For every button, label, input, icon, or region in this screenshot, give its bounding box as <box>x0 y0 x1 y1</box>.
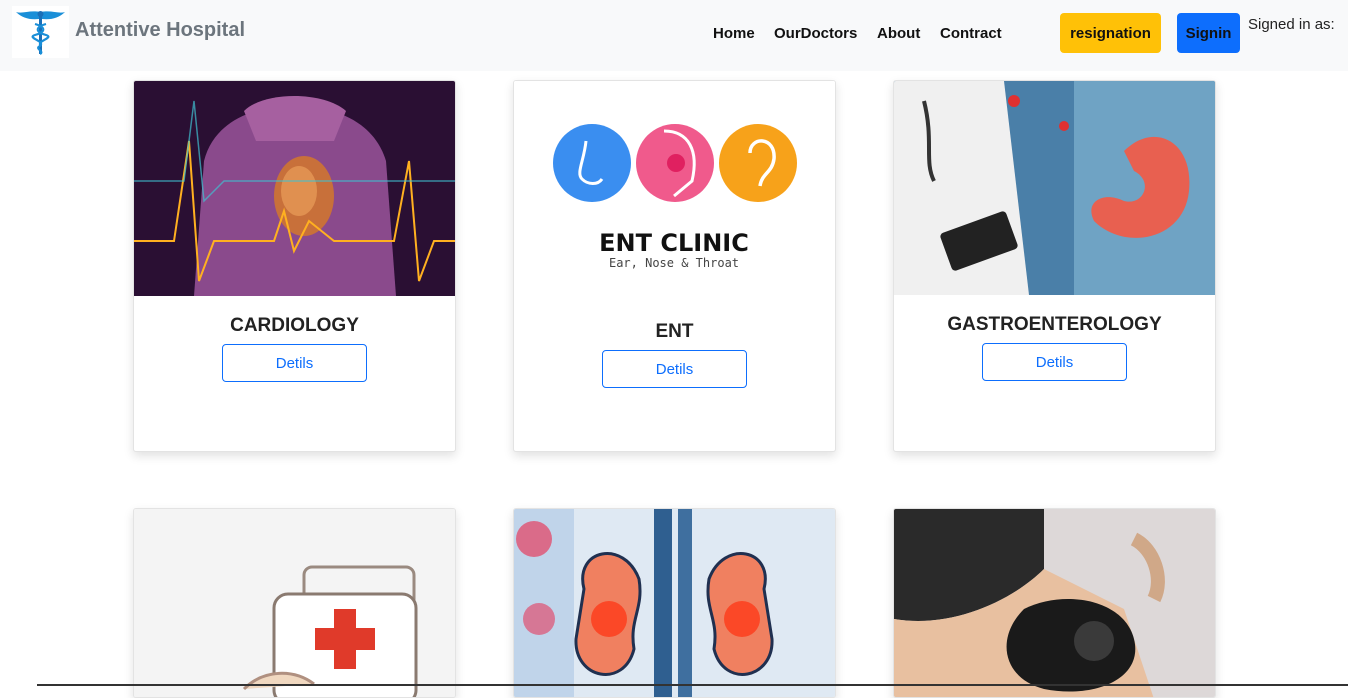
nav-our-doctors[interactable]: OurDoctors <box>774 25 857 42</box>
card-title: CARDIOLOGY <box>230 315 359 336</box>
stomach-illustration <box>894 81 1215 295</box>
card-title: GASTROENTEROLOGY <box>947 314 1162 335</box>
heart-illustration <box>134 81 455 296</box>
card-title: ENT <box>655 321 694 342</box>
details-button[interactable]: Detils <box>222 344 367 382</box>
ent-image-subheading: Ear, Nose & Throat <box>609 256 739 270</box>
caduceus-icon[interactable] <box>12 6 69 58</box>
nav-contract[interactable]: Contract <box>940 25 1002 42</box>
nav-about[interactable]: About <box>877 25 920 42</box>
signin-button[interactable]: Signin <box>1177 13 1240 53</box>
details-button[interactable]: Detils <box>982 343 1127 381</box>
department-card: ENT CLINIC Ear, Nose & Throat ENT Detils <box>513 80 836 452</box>
knee-brace-photo <box>894 509 1215 697</box>
ent-image-heading: ENT CLINIC <box>599 229 749 257</box>
ent-clinic-logo: ENT CLINIC Ear, Nose & Throat <box>514 81 835 311</box>
department-card <box>893 508 1216 698</box>
resignation-button[interactable]: resignation <box>1060 13 1161 53</box>
brand-name[interactable]: Attentive Hospital <box>75 19 245 42</box>
details-button[interactable]: Detils <box>602 350 747 388</box>
nav-home[interactable]: Home <box>713 25 755 42</box>
signed-in-label: Signed in as: <box>1248 16 1335 33</box>
department-card <box>513 508 836 698</box>
department-card <box>133 508 456 698</box>
department-card: CARDIOLOGY Detils <box>133 80 456 452</box>
navbar: Attentive Hospital Home OurDoctors About… <box>0 0 1348 71</box>
department-card: GASTROENTEROLOGY Detils <box>893 80 1216 452</box>
kidney-illustration <box>514 509 835 697</box>
first-aid-kit-illustration <box>134 509 455 697</box>
